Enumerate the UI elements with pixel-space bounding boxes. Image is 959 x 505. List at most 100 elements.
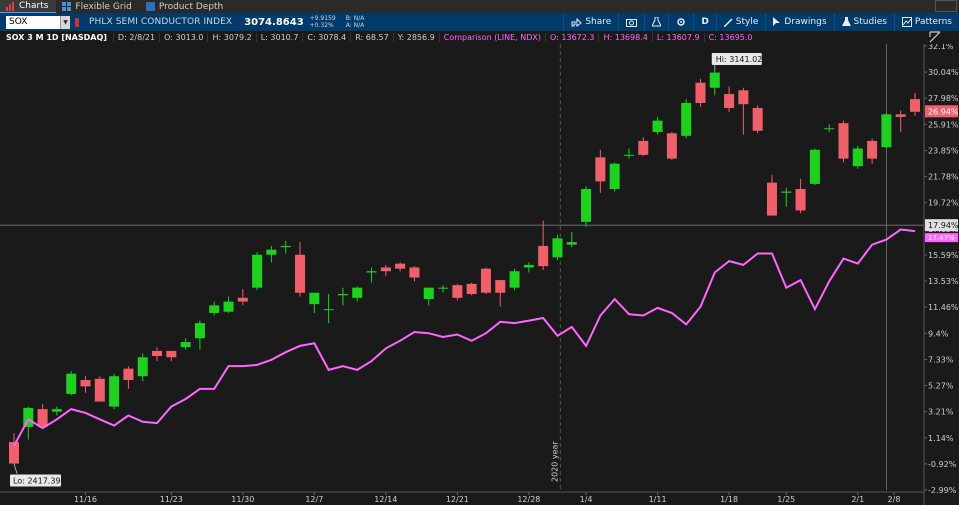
info-close: C: 3078.4 — [302, 33, 350, 42]
info-range: R: 68.57 — [350, 33, 392, 42]
y-tick-label: 21.78% — [928, 173, 959, 182]
settings-button[interactable] — [668, 13, 693, 31]
candle-body — [423, 287, 434, 300]
x-tick-label: 1/18 — [720, 495, 738, 504]
x-tick-label: 2/8 — [888, 495, 901, 504]
candle-body — [666, 133, 677, 159]
candle-body — [895, 114, 906, 117]
symbol-toolbar: SOX ▼ PHLX SEMI CONDUCTOR INDEX 3074.864… — [0, 13, 959, 31]
candle-body — [123, 368, 134, 381]
symbol-value: SOX — [9, 17, 28, 27]
info-open: O: 3013.0 — [159, 33, 207, 42]
candle-body — [695, 82, 706, 103]
flask-button[interactable] — [644, 13, 668, 31]
cmp-close: C: 13695.0 — [703, 33, 757, 42]
chart-title: SOX 3 M 1D [NASDAQ] — [6, 33, 107, 42]
candle-body — [724, 94, 735, 109]
price-chart[interactable]: 32.1% 30.04% 27.98% 25.91% 23.85% 21.78% 19.72… — [0, 44, 959, 505]
candle-body — [881, 114, 892, 148]
tab-product-depth[interactable]: Product Depth — [140, 0, 231, 13]
candle-body — [638, 140, 649, 155]
drawings-button[interactable]: Drawings — [765, 13, 833, 31]
aggregation-label: D — [701, 17, 709, 27]
patterns-button[interactable]: Patterns — [893, 13, 959, 31]
candle-body — [223, 301, 234, 312]
candle-body — [166, 350, 177, 358]
candle-body — [538, 245, 549, 267]
info-low: L: 3010.7 — [255, 33, 303, 42]
grid-icon — [62, 2, 72, 11]
candle-body — [752, 108, 763, 131]
hi-label: Hi: 3141.02 — [716, 55, 763, 64]
y-tick-label: 7.33% — [928, 355, 954, 364]
candle-body — [237, 297, 248, 302]
cmp-open: O: 13672.3 — [545, 33, 598, 42]
y-tick-label: 3.21% — [928, 408, 954, 417]
candle-body — [581, 188, 592, 222]
flag-icon[interactable] — [75, 17, 79, 27]
candle-body — [152, 350, 163, 357]
gear-icon — [677, 18, 686, 26]
expand-icon[interactable] — [929, 31, 941, 43]
candle-body — [438, 287, 449, 289]
candle-body — [466, 283, 477, 295]
candle-body — [366, 271, 377, 273]
candle-body — [652, 120, 663, 133]
window-button[interactable] — [935, 0, 957, 12]
chart-area[interactable]: 32.1% 30.04% 27.98% 25.91% 23.85% 21.78% 19.72… — [0, 44, 959, 505]
candle-body — [623, 154, 634, 156]
patterns-icon — [901, 17, 912, 27]
y-tick-label: -0.92% — [928, 460, 957, 469]
symbol-input[interactable]: SOX ▼ — [6, 15, 70, 29]
candle-body — [337, 294, 348, 296]
x-tick-label: 11/23 — [160, 495, 183, 504]
candle-body — [194, 323, 205, 339]
chevron-down-icon[interactable]: ▼ — [60, 15, 70, 29]
candle-body — [252, 254, 263, 288]
studies-button[interactable]: Studies — [833, 13, 894, 31]
candle-body — [480, 268, 491, 293]
candle-body — [809, 149, 820, 184]
tab-flexible-grid[interactable]: Flexible Grid — [56, 0, 139, 13]
comparison-label[interactable]: Comparison (LINE, NDX) — [438, 33, 545, 42]
y-tick-label: 30.04% — [928, 68, 959, 77]
flask-icon — [652, 17, 662, 27]
studies-label: Studies — [853, 17, 887, 27]
y-tick-label: -2.99% — [928, 486, 957, 495]
candle-body — [323, 309, 334, 311]
ask-value: A: N/A — [345, 22, 365, 29]
style-label: Style — [735, 17, 759, 27]
aggregation-button[interactable]: D — [693, 13, 715, 31]
tab-charts[interactable]: Charts — [0, 0, 57, 13]
candle-body — [909, 99, 921, 112]
tab-bar: Charts Flexible Grid Product Depth — [0, 0, 959, 13]
style-button[interactable]: Style — [715, 13, 766, 31]
candle-body — [795, 188, 806, 211]
candle-body — [66, 373, 77, 394]
candle-body — [280, 245, 291, 248]
candle-body — [452, 285, 463, 298]
y-tick-label: 15.59% — [928, 251, 959, 260]
candle-body — [852, 148, 863, 167]
x-tick-label: 2/1 — [851, 495, 864, 504]
symbol-description: PHLX SEMI CONDUCTOR INDEX — [89, 17, 233, 27]
candle-body — [781, 191, 792, 193]
candle-body — [380, 267, 391, 272]
change-percent: +0.32% — [309, 22, 334, 29]
year-label: 2020 year — [550, 441, 559, 482]
chart-info-bar: SOX 3 M 1D [NASDAQ] D: 2/8/21 O: 3013.0 … — [0, 31, 924, 44]
candle-body — [180, 342, 191, 348]
patterns-label: Patterns — [914, 17, 952, 27]
candle-body — [266, 249, 277, 255]
snapshot-button[interactable] — [618, 13, 644, 31]
candle-body — [509, 271, 520, 288]
x-tick-label: 11/16 — [74, 495, 97, 504]
net-change: +9.9159 +0.32% — [310, 15, 336, 29]
x-tick-label: 12/28 — [517, 495, 540, 504]
candle-body — [552, 238, 563, 258]
candle-body — [824, 128, 835, 130]
y-tick-label: 9.4% — [928, 329, 949, 338]
chart-background — [0, 44, 959, 505]
share-button[interactable]: Share — [563, 13, 618, 31]
candle-body — [309, 292, 320, 305]
